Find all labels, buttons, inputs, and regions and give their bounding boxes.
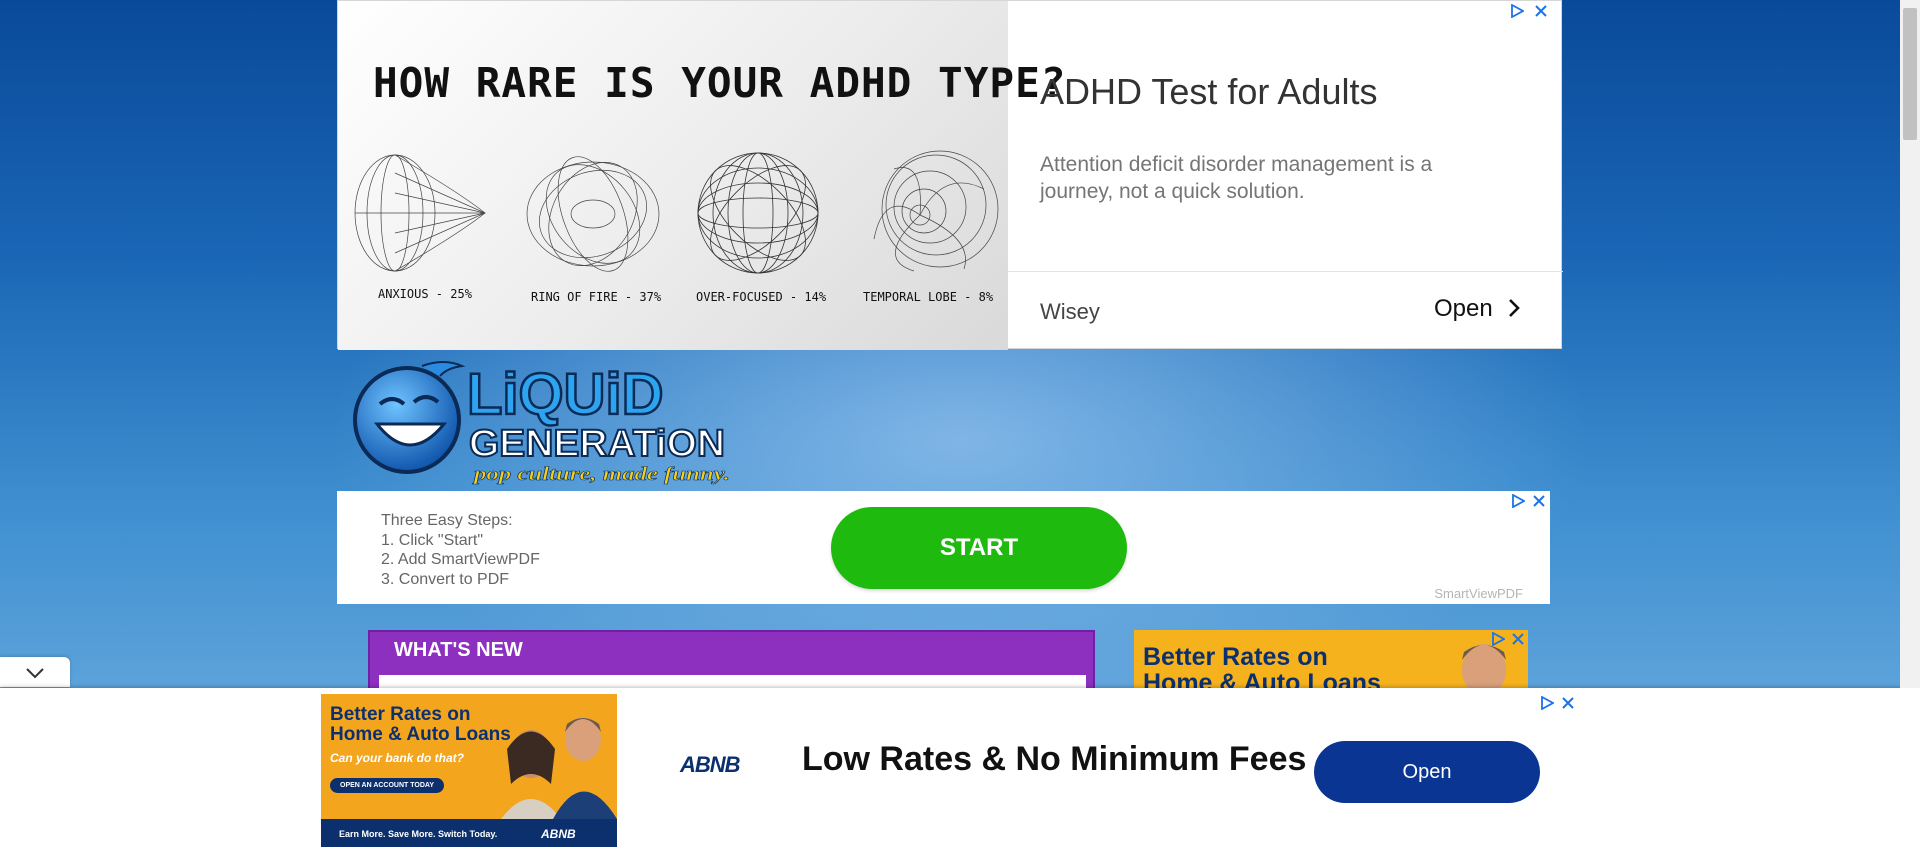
chevron-down-icon	[26, 668, 44, 679]
anchor-ad-open-button[interactable]: Open	[1314, 741, 1540, 803]
ad-open-label: Open	[1434, 295, 1493, 322]
logo-title: LiQUiD	[467, 362, 664, 427]
close-icon[interactable]	[1534, 4, 1548, 18]
bottom-anchor-ad[interactable]: Better Rates on Home & Auto Loans Can yo…	[0, 688, 1920, 847]
creative-subtitle: Can your bank do that?	[330, 751, 465, 765]
ad-advertiser[interactable]: Wisey	[1040, 299, 1100, 325]
sphere-wireframe-icon	[697, 152, 819, 274]
creative-logo: ABNB	[541, 827, 576, 841]
creative-line: Home & Auto Loans	[330, 724, 511, 745]
shape-label: TEMPORAL LOBE - 8%	[863, 290, 994, 304]
scrollbar-thumb[interactable]	[1903, 8, 1917, 140]
logo-tagline: pop culture, made funny.	[471, 464, 730, 485]
adchoices-icon[interactable]	[1511, 494, 1525, 508]
vertical-scrollbar[interactable]	[1900, 0, 1920, 688]
whats-new-heading: WHAT'S NEW	[394, 639, 523, 661]
whats-new-panel: WHAT'S NEW	[368, 630, 1095, 695]
side-ad-line: Home & Auto Loans	[1143, 669, 1381, 690]
shell-wireframe-icon	[873, 150, 999, 272]
logo-subtitle: GENERATiON	[469, 423, 725, 465]
bank-logo[interactable]: ABNB	[680, 752, 741, 778]
cone-wireframe-icon	[354, 154, 486, 272]
ad-title[interactable]: ADHD Test for Adults	[1040, 71, 1377, 113]
shape-label: ANXIOUS - 25%	[378, 287, 472, 301]
creative-line: Better Rates on	[330, 704, 471, 725]
ad-image-headline: HOW RARE IS YOUR ADHD TYPE?	[373, 59, 1067, 107]
creative-button[interactable]: OPEN AN ACCOUNT TODAY	[330, 778, 444, 793]
creative-title: Better Rates on Home & Auto Loans	[330, 705, 511, 745]
close-icon[interactable]	[1561, 696, 1575, 710]
adchoices-icon[interactable]	[1540, 696, 1554, 710]
step-item: 2. Add SmartViewPDF	[381, 551, 540, 568]
side-ad-line: Better Rates on	[1143, 643, 1328, 671]
shape-label: RING OF FIRE - 37%	[531, 290, 662, 304]
collapse-anchor-ad-button[interactable]	[0, 657, 70, 687]
step-item: 3. Convert to PDF	[381, 570, 510, 588]
top-banner-ad[interactable]: HOW RARE IS YOUR ADHD TYPE? ANXIOUS - 25…	[337, 0, 1563, 350]
smartviewpdf-ad[interactable]: Three Easy Steps: 1. Click "Start" 2. Ad…	[337, 491, 1550, 604]
ad-description: Attention deficit disorder management is…	[1040, 153, 1433, 203]
anchor-ad-creative[interactable]: Better Rates on Home & Auto Loans Can yo…	[321, 694, 617, 847]
chevron-right-icon	[1509, 299, 1521, 317]
anchor-ad-headline[interactable]: Low Rates & No Minimum Fees	[802, 740, 1306, 779]
adchoices-icon[interactable]	[1510, 4, 1524, 18]
ad-open-button[interactable]: Open	[1434, 295, 1521, 323]
torus-wireframe-icon	[526, 156, 660, 272]
shape-label: OVER-FOCUSED - 14%	[696, 290, 827, 304]
people-photo-icon	[501, 717, 617, 819]
ad-sponsor: SmartViewPDF	[1434, 586, 1523, 601]
close-icon[interactable]	[1511, 632, 1525, 646]
steps-title: Three Easy Steps:	[381, 512, 513, 529]
ad-steps: Three Easy Steps: 1. Click "Start" 2. Ad…	[381, 511, 540, 589]
site-logo[interactable]: LiQUiD GENERATiON pop culture, made funn…	[352, 358, 744, 486]
close-icon[interactable]	[1532, 494, 1546, 508]
side-ad-text: Better Rates on Home & Auto Loans	[1143, 644, 1381, 690]
adchoices-icon[interactable]	[1491, 632, 1505, 646]
start-button[interactable]: START	[831, 507, 1127, 589]
creative-tagline: Earn More. Save More. Switch Today.	[339, 829, 498, 839]
side-banner-ad[interactable]: Better Rates on Home & Auto Loans	[1134, 630, 1528, 690]
step-item: 1. Click "Start"	[381, 531, 484, 549]
